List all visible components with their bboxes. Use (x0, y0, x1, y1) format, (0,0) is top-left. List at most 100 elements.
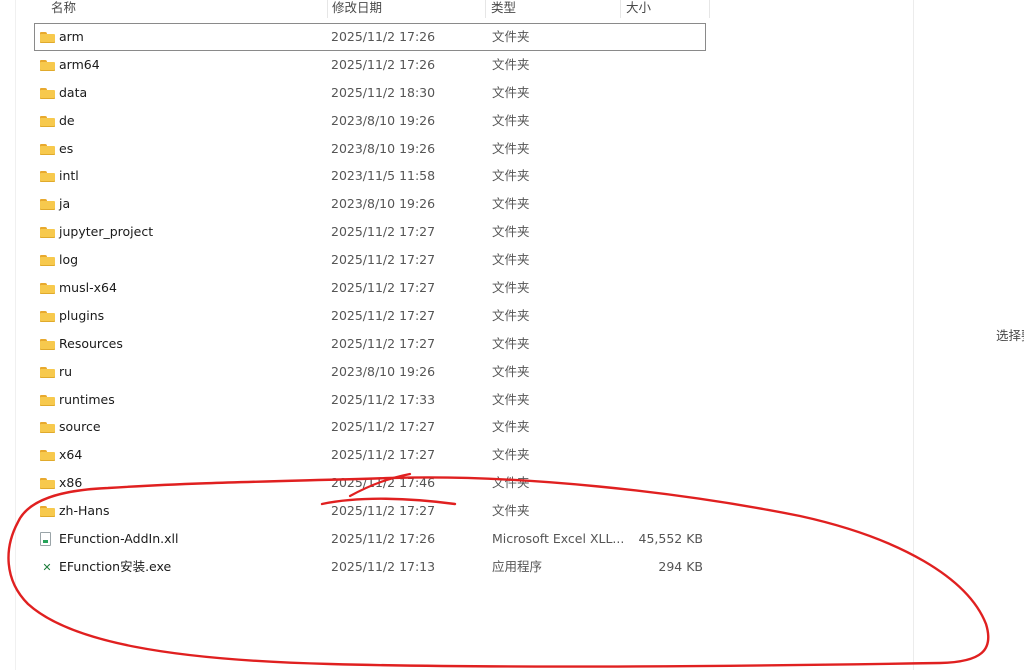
file-name: de (59, 112, 75, 128)
file-type: 文件夹 (492, 475, 530, 491)
file-name: arm64 (59, 56, 100, 72)
file-row[interactable]: arm 2025/11/2 17:26 文件夹 (34, 23, 706, 51)
file-modified-date: 2025/11/2 17:27 (331, 252, 436, 268)
file-size (626, 190, 703, 218)
file-modified-date: 2025/11/2 17:13 (331, 558, 436, 574)
file-size (626, 441, 703, 469)
file-row[interactable]: runtimes 2025/11/2 17:33 文件夹 (16, 386, 913, 414)
file-size (626, 218, 703, 246)
file-name: data (59, 84, 88, 100)
file-list: arm 2025/11/2 17:26 文件夹 arm64 2025/11/2 17:2… (16, 23, 913, 581)
file-row[interactable]: ja 2023/8/10 19:26 文件夹 (16, 190, 913, 218)
folder-icon (40, 330, 56, 358)
file-name: ru (59, 363, 73, 379)
file-type: 文件夹 (492, 112, 530, 128)
file-name: plugins (59, 307, 105, 323)
file-type: 文件夹 (492, 419, 530, 435)
folder-icon (40, 107, 56, 135)
file-size (626, 23, 703, 51)
file-row[interactable]: source 2025/11/2 17:27 文件夹 (16, 413, 913, 441)
file-name: Resources (59, 335, 123, 351)
file-type: 文件夹 (492, 168, 530, 184)
folder-icon (40, 190, 56, 218)
folder-icon (40, 441, 56, 469)
file-name: x64 (59, 447, 83, 463)
folder-icon (40, 79, 56, 107)
file-row[interactable]: zh-Hans 2025/11/2 17:27 文件夹 (16, 497, 913, 525)
file-modified-date: 2023/8/10 19:26 (331, 140, 436, 156)
file-size (626, 274, 703, 302)
file-type: 文件夹 (492, 391, 530, 407)
folder-icon (40, 135, 56, 163)
folder-icon (40, 218, 56, 246)
file-row[interactable]: jupyter_project 2025/11/2 17:27 文件夹 (16, 218, 913, 246)
file-size (626, 79, 703, 107)
file-size (626, 162, 703, 190)
details-pane-hint: 选择要 (996, 328, 1024, 343)
file-modified-date: 2025/11/2 17:27 (331, 419, 436, 435)
folder-icon (40, 23, 56, 51)
file-type: 文件夹 (492, 335, 530, 351)
file-modified-date: 2025/11/2 17:27 (331, 307, 436, 323)
column-header-type[interactable]: 类型 (486, 0, 622, 18)
file-size: 45,552 KB (638, 531, 703, 547)
file-size (626, 107, 703, 135)
file-row[interactable]: ✕ EFunction安装.exe 2025/11/2 17:13 应用程序 294 K… (16, 553, 913, 581)
file-modified-date: 2023/11/5 11:58 (331, 168, 436, 184)
file-name: zh-Hans (59, 503, 110, 519)
file-modified-date: 2025/11/2 17:27 (331, 335, 436, 351)
file-modified-date: 2025/11/2 18:30 (331, 84, 436, 100)
file-modified-date: 2023/8/10 19:26 (331, 112, 436, 128)
file-name: runtimes (59, 391, 115, 407)
file-name: jupyter_project (59, 224, 154, 240)
file-type: 文件夹 (492, 503, 530, 519)
file-size (626, 413, 703, 441)
file-type: 文件夹 (492, 447, 530, 463)
file-row[interactable]: EFunction-AddIn.xll 2025/11/2 17:26 Micros… (16, 525, 913, 553)
file-row[interactable]: data 2025/11/2 18:30 文件夹 (16, 79, 913, 107)
file-modified-date: 2025/11/2 17:33 (331, 391, 436, 407)
column-header-date[interactable]: 修改日期 (327, 0, 487, 18)
file-name: source (59, 419, 101, 435)
file-row[interactable]: ru 2023/8/10 19:26 文件夹 (16, 358, 913, 386)
file-modified-date: 2023/8/10 19:26 (331, 363, 436, 379)
file-list-pane[interactable]: 名称 修改日期 类型 大小 arm 2025/11/2 17:26 文件夹 arm64… (15, 0, 914, 670)
file-name: intl (59, 168, 79, 184)
file-name: x86 (59, 475, 83, 491)
column-header-size[interactable]: 大小 (621, 0, 711, 18)
file-row[interactable]: x64 2025/11/2 17:27 文件夹 (16, 441, 913, 469)
file-type: 文件夹 (492, 252, 530, 268)
file-row[interactable]: Resources 2025/11/2 17:27 文件夹 (16, 330, 913, 358)
file-modified-date: 2025/11/2 17:26 (331, 56, 436, 72)
file-modified-date: 2023/8/10 19:26 (331, 196, 436, 212)
file-row[interactable]: arm64 2025/11/2 17:26 文件夹 (16, 51, 913, 79)
excel-addin-file-icon (40, 525, 56, 553)
file-modified-date: 2025/11/2 17:27 (331, 503, 436, 519)
column-divider[interactable] (709, 0, 710, 18)
file-size (626, 51, 703, 79)
file-name: arm (59, 29, 84, 44)
folder-icon (40, 386, 56, 414)
file-row[interactable]: log 2025/11/2 17:27 文件夹 (16, 246, 913, 274)
file-type: 文件夹 (492, 29, 530, 44)
file-row[interactable]: plugins 2025/11/2 17:27 文件夹 (16, 302, 913, 330)
file-name: EFunction安装.exe (59, 558, 172, 574)
file-row[interactable]: intl 2023/11/5 11:58 文件夹 (16, 162, 913, 190)
folder-icon (40, 358, 56, 386)
file-size (626, 302, 703, 330)
folder-icon (40, 469, 56, 497)
file-size (626, 246, 703, 274)
file-row[interactable]: x86 2025/11/2 17:46 文件夹 (16, 469, 913, 497)
file-modified-date: 2025/11/2 17:27 (331, 447, 436, 463)
file-name: es (59, 140, 74, 156)
file-row[interactable]: musl-x64 2025/11/2 17:27 文件夹 (16, 274, 913, 302)
file-size: 294 KB (658, 558, 703, 574)
column-header-name[interactable]: 名称 (46, 0, 329, 18)
column-header-row: 名称 修改日期 类型 大小 (16, 0, 913, 18)
file-size (626, 469, 703, 497)
file-type: 应用程序 (492, 558, 543, 574)
file-row[interactable]: es 2023/8/10 19:26 文件夹 (16, 135, 913, 163)
file-modified-date: 2025/11/2 17:27 (331, 224, 436, 240)
file-size (626, 497, 703, 525)
file-row[interactable]: de 2023/8/10 19:26 文件夹 (16, 107, 913, 135)
